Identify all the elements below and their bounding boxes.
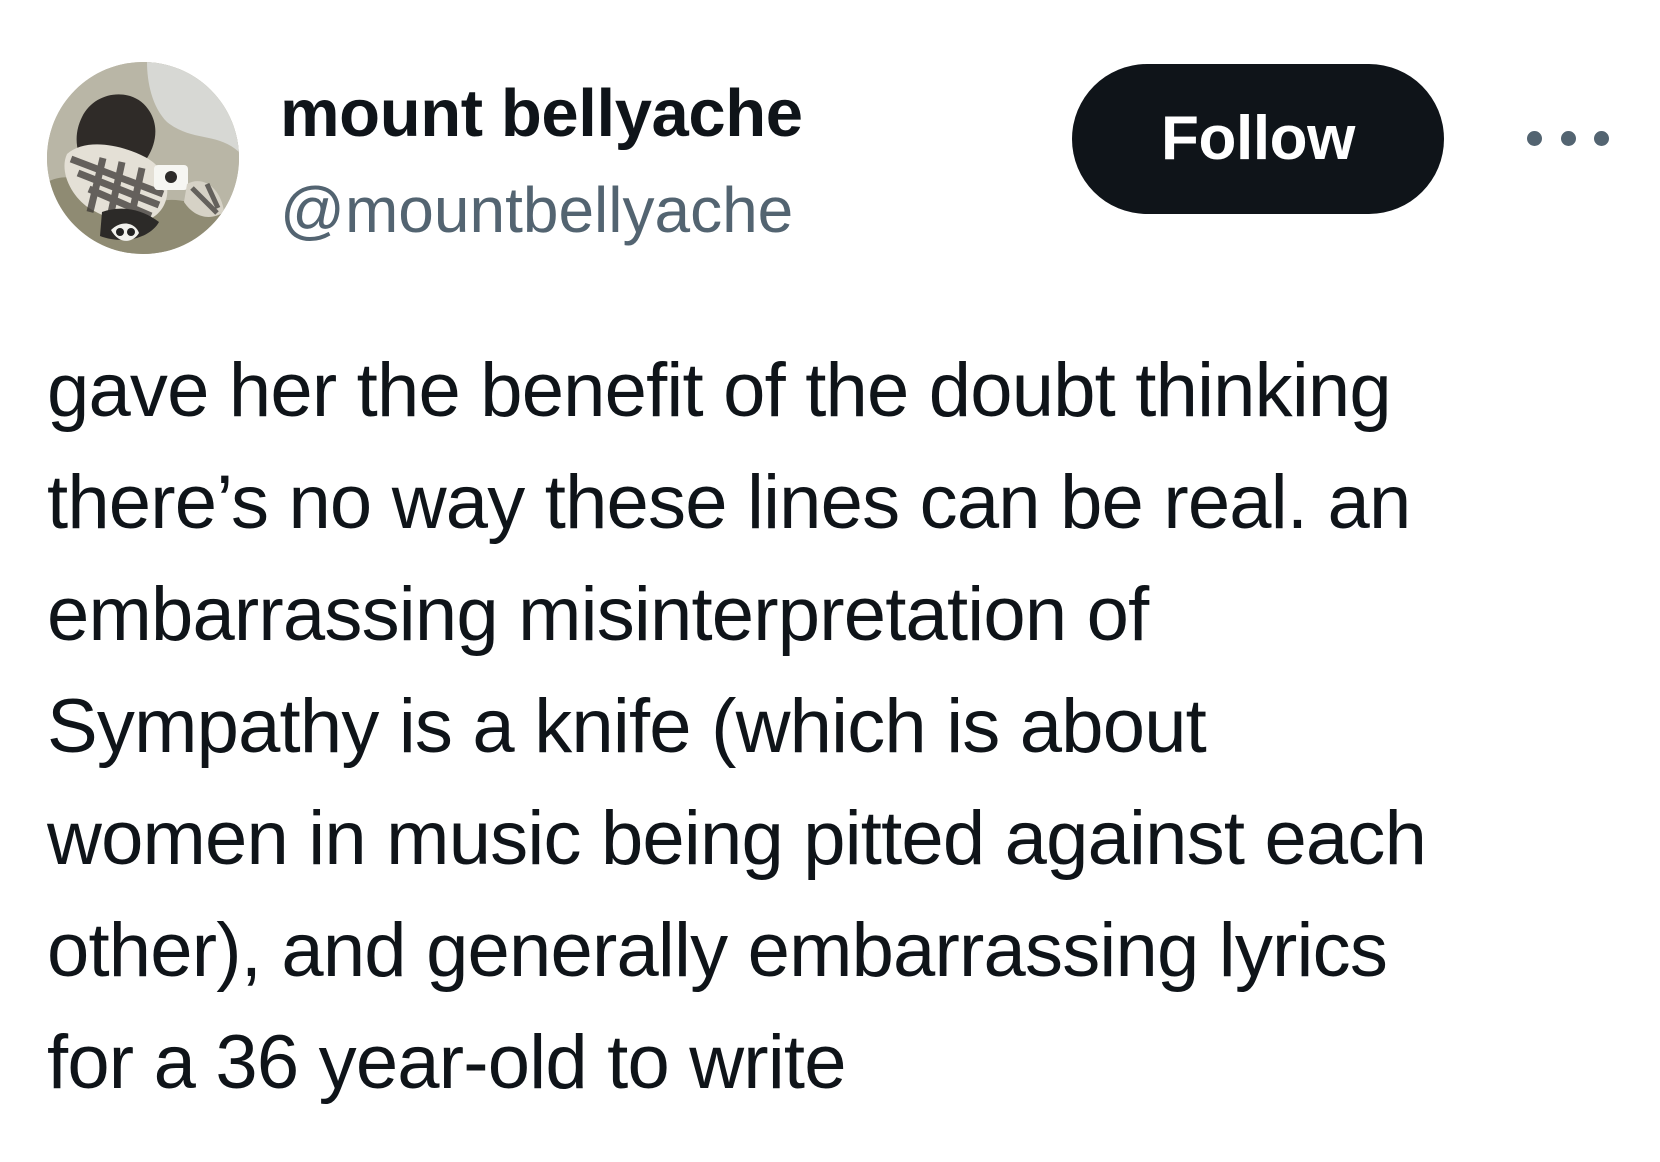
tweet-text-line: other), and generally embarrassing lyric… [47,908,1388,993]
tweet-text-line: women in music being pitted against each [47,796,1427,881]
avatar[interactable] [47,62,239,254]
author-handle[interactable]: @mountbellyache [280,170,793,250]
tweet-text-line: for a 36 year-old to write [47,1020,846,1105]
tweet-text-line: there’s no way these lines can be real. … [47,460,1411,545]
tweet-text-line: gave her the benefit of the doubt thinki… [47,348,1392,433]
more-dot [1560,130,1576,146]
follow-button[interactable]: Follow [1072,64,1444,214]
more-dot [1527,130,1542,146]
more-dot [1594,130,1609,146]
author-display-name[interactable]: mount bellyache [280,74,803,154]
avatar-photo [47,62,239,254]
tweet-card: mount bellyache @mountbellyache Follow g… [0,0,1660,1162]
tweet-text-line: Sympathy is a knife (which is about [47,684,1207,769]
more-icon[interactable] [1527,110,1609,166]
tweet-text: gave her the benefit of the doubt thinki… [47,335,1637,1119]
tweet-text-line: embarrassing misinterpretation of [47,572,1149,657]
